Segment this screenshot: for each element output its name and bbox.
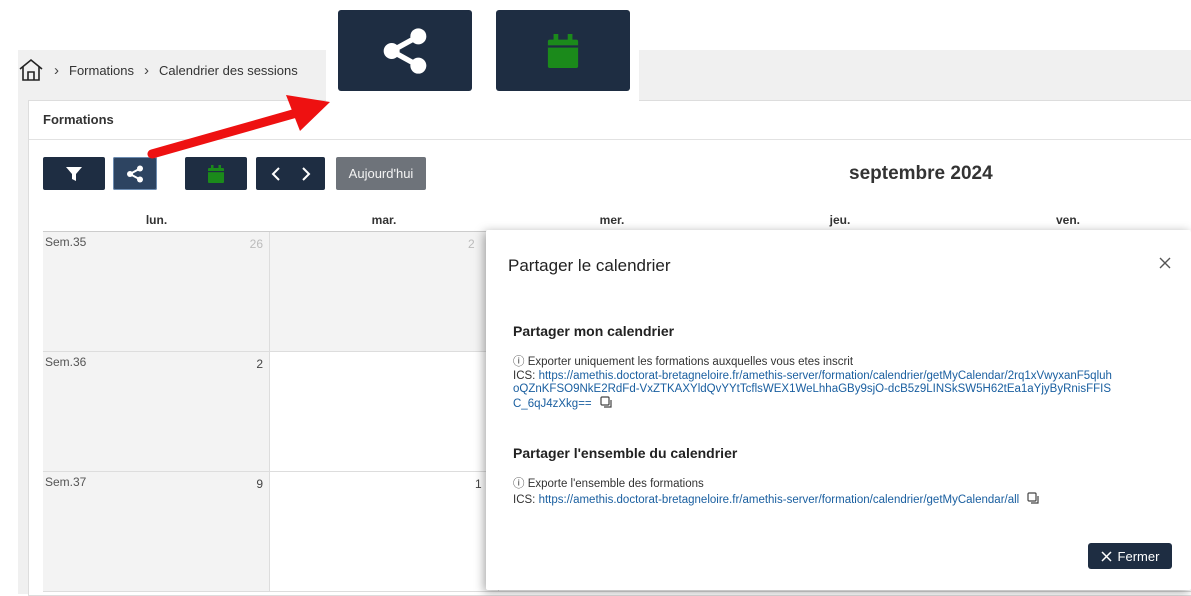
copy-icon[interactable] — [1027, 492, 1040, 509]
share-calendar-modal: Partager le calendrier Partager mon cale… — [486, 230, 1191, 590]
info-icon: ⓘ — [513, 356, 525, 368]
close-button-label: Fermer — [1117, 548, 1160, 564]
ics-prefix: ICS: — [513, 370, 539, 382]
copy-icon[interactable] — [600, 396, 613, 413]
close-icon — [1101, 550, 1112, 562]
ics-link-all[interactable]: https://amethis.doctorat-bretagneloire.f… — [539, 494, 1020, 506]
modal-title: Partager le calendrier — [508, 256, 671, 275]
info-text: Exporter uniquement les formations auxqu… — [527, 356, 854, 368]
section-title-all-calendar: Partager l'ensemble du calendrier — [513, 445, 738, 461]
ics-link-line: ICS: https://amethis.doctorat-bretagnelo… — [513, 492, 1113, 509]
close-button[interactable]: Fermer — [1088, 543, 1172, 569]
ics-prefix: ICS: — [513, 494, 539, 506]
info-icon: ⓘ — [513, 478, 525, 490]
info-line: ⓘ Exporter uniquement les formations aux… — [513, 356, 853, 369]
info-text: Exporte l'ensemble des formations — [527, 478, 704, 490]
section-title-my-calendar: Partager mon calendrier — [513, 323, 675, 339]
close-icon[interactable] — [1158, 256, 1174, 272]
ics-link-line: ICS: https://amethis.doctorat-bretagnelo… — [513, 370, 1113, 413]
info-line: ⓘ Exporte l'ensemble des formations — [513, 478, 704, 491]
